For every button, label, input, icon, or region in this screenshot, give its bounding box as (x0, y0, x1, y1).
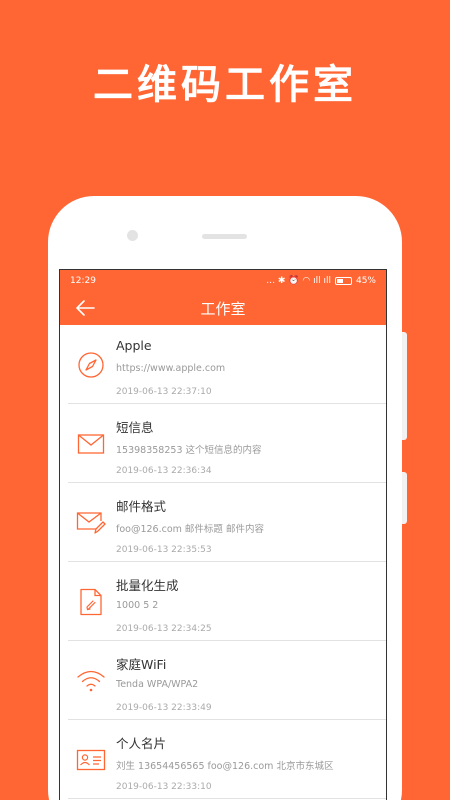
contact-card-icon (76, 745, 106, 775)
item-content: https://www.apple.com (116, 363, 226, 374)
record-list: Apple https://www.apple.com 2019-06-13 2… (60, 325, 386, 799)
status-icons: … ✱ ⏰ ◠ ıll ıll 45% (266, 276, 376, 286)
list-item[interactable]: 家庭WiFi Tenda WPA/WPA2 2019-06-13 22:33:4… (68, 641, 386, 720)
item-time: 2019-06-13 22:34:25 (116, 624, 212, 634)
back-arrow-icon[interactable] (74, 298, 96, 318)
list-item[interactable]: 个人名片 刘生 13654456565 foo@126.com 北京市东城区 2… (68, 720, 386, 799)
item-title: 批量化生成 (116, 578, 179, 593)
battery-icon (334, 277, 352, 285)
item-content: foo@126.com 邮件标题 邮件内容 (116, 524, 264, 535)
phone-frame: 12:29 … ✱ ⏰ ◠ ıll ıll 45% 工作室 Apple http… (48, 196, 407, 800)
item-content: 1000 5 2 (116, 600, 159, 611)
camera-icon (127, 230, 138, 241)
item-time: 2019-06-13 22:33:10 (116, 782, 212, 792)
item-title: 短信息 (116, 420, 154, 435)
status-time: 12:29 (70, 276, 96, 286)
list-item[interactable]: 批量化生成 1000 5 2 2019-06-13 22:34:25 (68, 562, 386, 641)
speaker-grille (202, 234, 247, 239)
battery-percent: 45% (355, 276, 376, 286)
list-item[interactable]: Apple https://www.apple.com 2019-06-13 2… (68, 325, 386, 404)
item-time: 2019-06-13 22:33:49 (116, 703, 212, 713)
compass-icon (76, 350, 106, 380)
item-time: 2019-06-13 22:36:34 (116, 466, 212, 476)
item-title: 个人名片 (116, 736, 167, 751)
item-time: 2019-06-13 22:37:10 (116, 387, 212, 397)
app-screen: 12:29 … ✱ ⏰ ◠ ıll ıll 45% 工作室 Apple http… (59, 269, 387, 800)
item-time: 2019-06-13 22:35:53 (116, 545, 212, 555)
status-indicator-icons: … ✱ ⏰ ◠ ıll ıll (266, 276, 331, 286)
power-button (402, 472, 407, 524)
mail-edit-icon (76, 508, 106, 538)
item-title: 邮件格式 (116, 499, 167, 514)
header-title: 工作室 (200, 300, 246, 318)
item-title: 家庭WiFi (116, 657, 167, 672)
status-bar: 12:29 … ✱ ⏰ ◠ ıll ıll 45% (60, 270, 386, 292)
item-content: Tenda WPA/WPA2 (116, 679, 199, 690)
list-item[interactable]: 邮件格式 foo@126.com 邮件标题 邮件内容 2019-06-13 22… (68, 483, 386, 562)
battery-fill (336, 279, 343, 283)
item-content: 刘生 13654456565 foo@126.com 北京市东城区 (116, 761, 334, 772)
envelope-icon (76, 429, 106, 459)
document-icon (76, 587, 106, 617)
item-content: 15398358253 这个短信息的内容 (116, 445, 262, 456)
promo-title: 二维码工作室 (93, 62, 357, 108)
wifi-icon (76, 666, 106, 696)
volume-button (402, 332, 407, 440)
app-header: 工作室 (60, 292, 386, 325)
item-title: Apple (116, 338, 152, 353)
list-item[interactable]: 短信息 15398358253 这个短信息的内容 2019-06-13 22:3… (68, 404, 386, 483)
